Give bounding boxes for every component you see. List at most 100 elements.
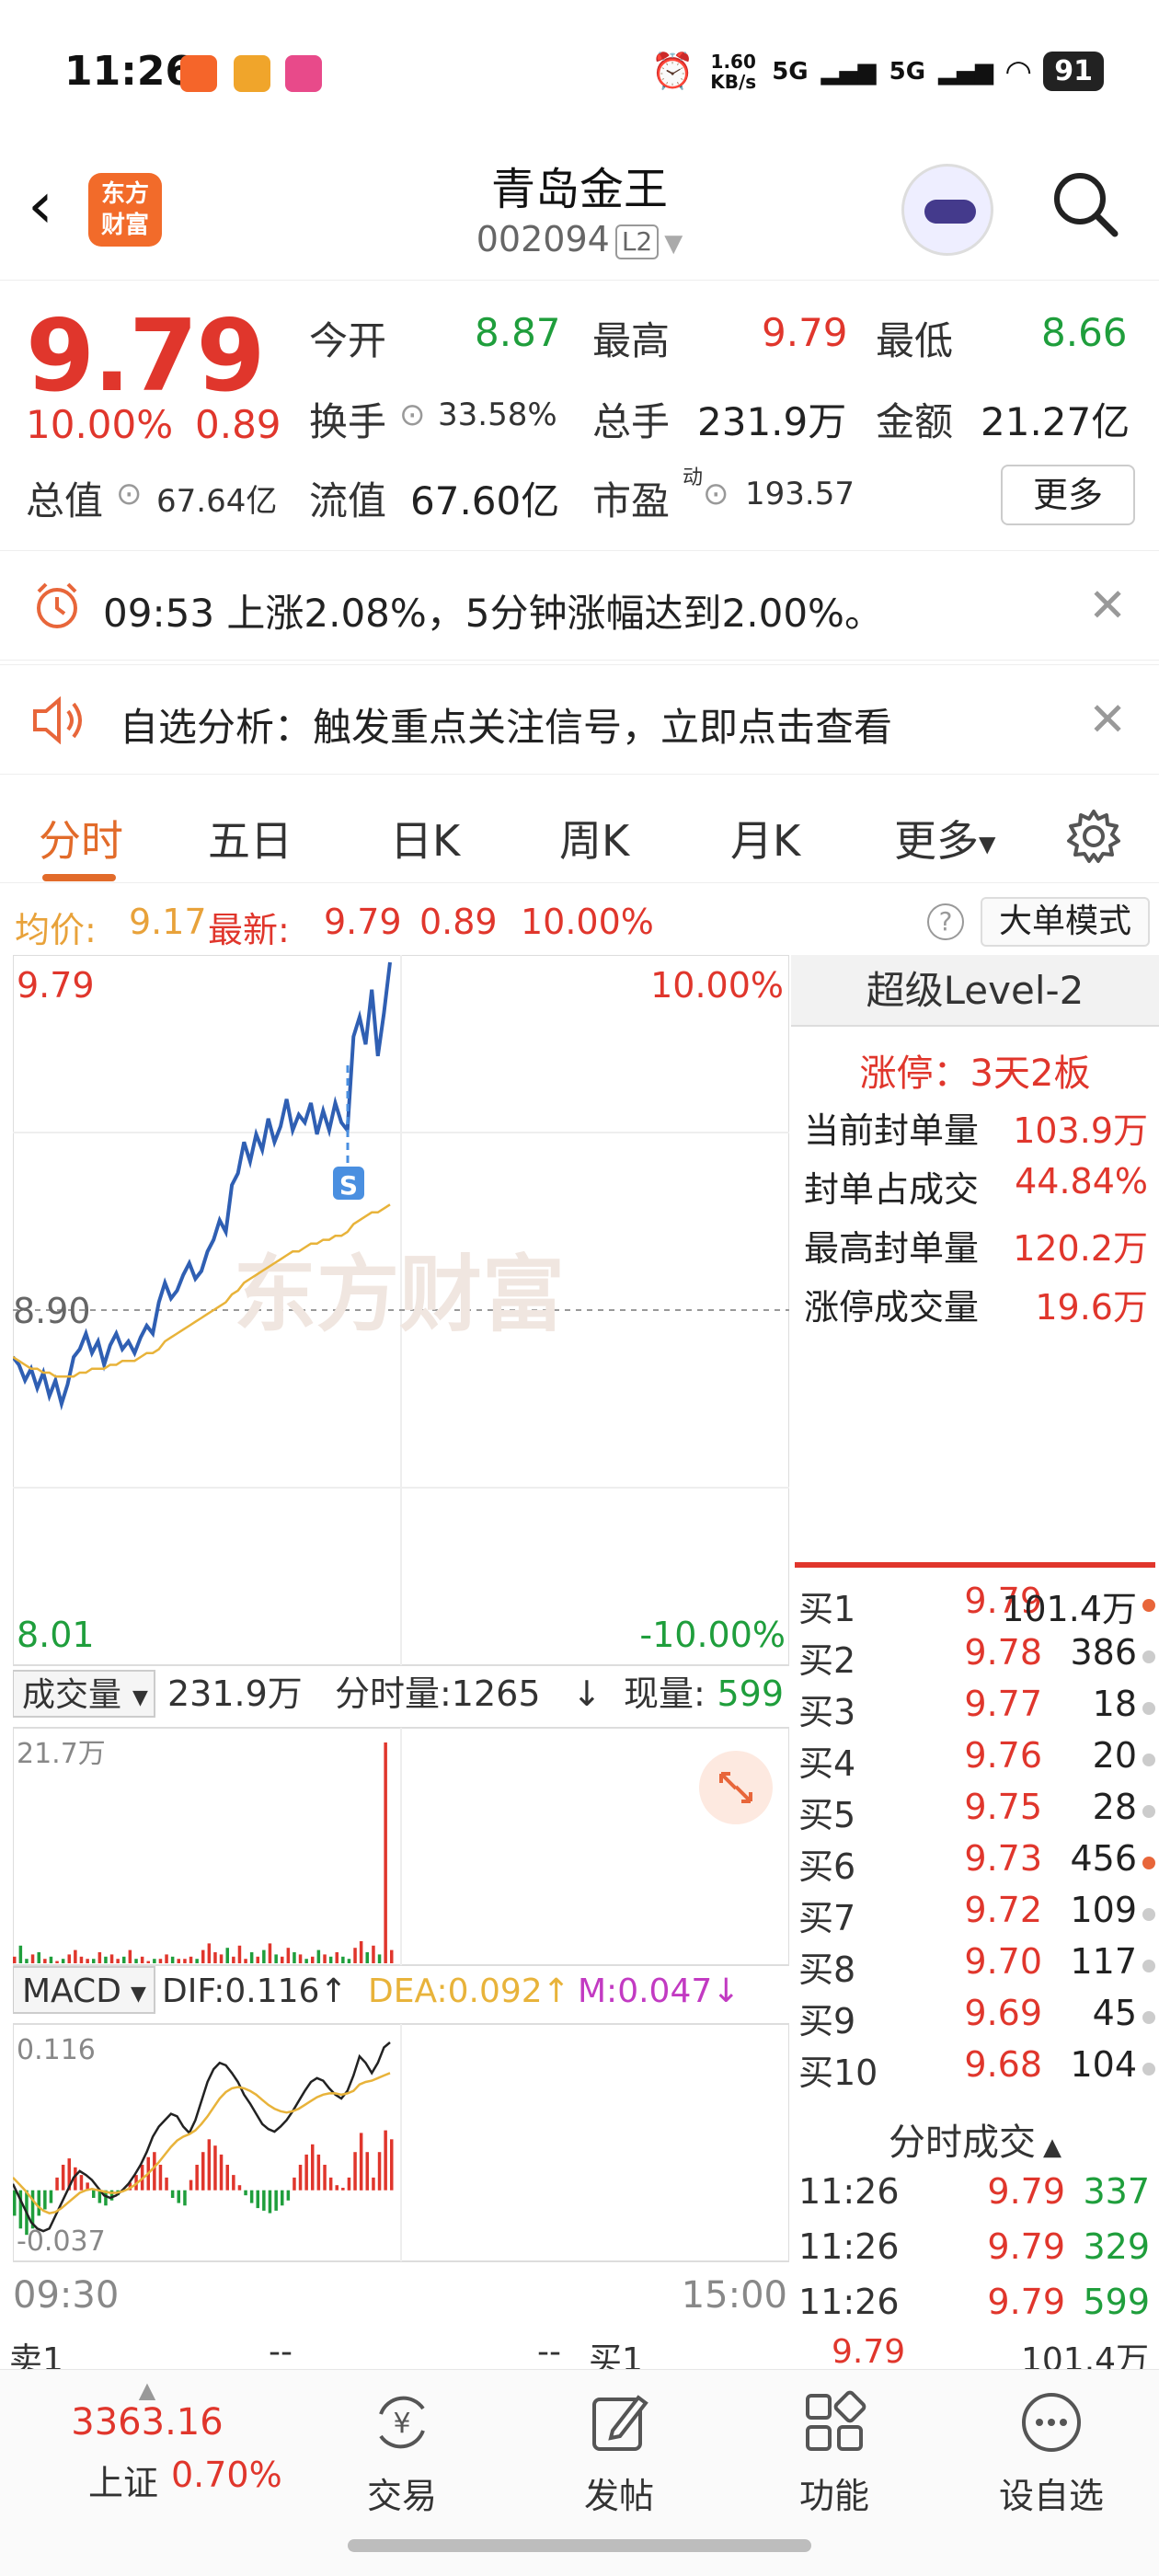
macd-bar [293, 2177, 296, 2191]
volume-bar [49, 1956, 53, 1963]
volume-bar [195, 1959, 199, 1963]
bid-row[interactable]: 买7 9.72 109 [798, 1890, 1159, 1941]
add-watchlist-button[interactable]: 设自选 [982, 2388, 1120, 2518]
functions-button[interactable]: 功能 [765, 2388, 903, 2518]
macd-top-label: 0.116 [17, 2034, 96, 2066]
intraday-chart-area[interactable]: 东方财富 9.79 10.00% 8.90 8.01 -10.00% S 成交量… [11, 954, 790, 2326]
macd-bar [335, 2185, 339, 2191]
latest-change: 0.89 [419, 902, 498, 942]
macd-bar [79, 2175, 84, 2191]
dropdown-triangle-icon: ▼ [979, 831, 996, 857]
info-icon[interactable]: ⊙ [703, 476, 729, 512]
alarm-icon: ⏰ [650, 51, 695, 91]
bid-row[interactable]: 买1 9.79 101.4万 [798, 1581, 1159, 1632]
volume-bar [104, 1956, 108, 1963]
macd-bar [262, 2190, 266, 2211]
status-icons: ⏰ 1.60 KB/s 5G ▂▄▆ 5G ▂▄▆ ◠ 91 [651, 51, 1104, 92]
volume-bar [372, 1945, 375, 1963]
tick-qty: 329 [1083, 2226, 1150, 2267]
macd-bar [281, 2190, 284, 2206]
app-notification-icon [285, 55, 322, 92]
signal-5g-2: 5G [889, 57, 926, 86]
tab-weekly-k[interactable]: 周K [559, 808, 629, 868]
volume-bar [67, 1954, 71, 1963]
pe-value: 193.57 [745, 476, 855, 512]
big-order-mode-button[interactable]: 大单模式 [981, 897, 1150, 947]
post-button[interactable]: 发帖 [550, 2388, 688, 2518]
bid-level: 买4 [798, 1743, 856, 1784]
volume-bar [109, 1954, 114, 1963]
volume-bar [134, 1959, 138, 1963]
macd-bar [232, 2175, 235, 2191]
open-label: 今开 [309, 318, 387, 363]
volume-bar [249, 1952, 254, 1963]
macd-bar [286, 2190, 291, 2201]
period-tabs: 分时 五日 日K 周K 月K 更多▼ [0, 791, 1159, 883]
weibo-app-icon [234, 55, 270, 92]
tick-time: 11:26 [798, 2171, 900, 2212]
bid-dot-icon [1142, 1960, 1155, 1972]
tab-daily-k[interactable]: 日K [390, 808, 460, 868]
tick-volume: 分时量:1265 [335, 1673, 541, 1714]
bid-row[interactable]: 买6 9.73 456 [798, 1838, 1159, 1890]
volume-bar [37, 1952, 40, 1963]
home-indicator[interactable] [348, 2539, 811, 2552]
level2-row: 当前封单量 103.9万 [804, 1102, 1153, 1153]
macd-bar [237, 2185, 242, 2191]
index-pct[interactable]: 0.70% [171, 2455, 282, 2495]
more-quote-button[interactable]: 更多 [1001, 465, 1135, 525]
price-alert-bar[interactable]: 09:53 上涨2.08%，5分钟涨幅达到2.00%。 ✕ [0, 550, 1159, 661]
bid-row[interactable]: 买10 9.68 104 [798, 2044, 1159, 2096]
macd-plot [11, 2041, 394, 2236]
bid-row[interactable]: 买5 9.75 28 [798, 1787, 1159, 1838]
macd-bar [244, 2190, 247, 2196]
volume-bar [286, 1948, 291, 1963]
search-icon[interactable] [1049, 167, 1120, 239]
bid-level: 买1 [798, 1589, 856, 1629]
x-label-start: 09:30 [13, 2274, 119, 2317]
settings-gear-icon[interactable] [1063, 806, 1124, 867]
turnover-label: 换手 [309, 399, 387, 444]
add-watchlist-label: 设自选 [998, 2476, 1104, 2516]
assistant-robot-avatar[interactable] [901, 164, 993, 256]
bid-row[interactable]: 买9 9.69 45 [798, 1993, 1159, 2044]
volume-bar [365, 1952, 369, 1963]
volume-bar [74, 1949, 77, 1963]
trade-button[interactable]: ¥ 交易 [333, 2388, 471, 2518]
close-icon[interactable]: ✕ [1088, 579, 1127, 632]
buy1-label: 买1 [589, 2341, 643, 2372]
macd-bar [225, 2165, 229, 2191]
info-icon[interactable]: ⊙ [399, 397, 426, 433]
volume-bar [122, 1956, 126, 1963]
volume-bar [377, 1954, 382, 1963]
volume-value: 231.9万 [697, 399, 847, 444]
volume-header: 成交量 ▼ 231.9万 分时量:1265 ↓ 现量: 599 [12, 1670, 784, 1718]
close-icon[interactable]: ✕ [1088, 693, 1127, 746]
level2-title[interactable]: 超级Level-2 [791, 955, 1159, 1027]
tab-monthly-k[interactable]: 月K [730, 808, 800, 868]
bid-price: 9.72 [964, 1890, 1042, 1930]
index-value[interactable]: 3363.16 [46, 2401, 248, 2444]
tab-intraday[interactable]: 分时 [39, 808, 123, 868]
help-icon[interactable]: ? [927, 903, 964, 940]
alert-text: 09:53 上涨2.08%，5分钟涨幅达到2.00%。 [103, 591, 883, 636]
analysis-alert-bar[interactable]: 自选分析：触发重点关注信号，立即点击查看 ✕ [0, 664, 1159, 775]
tab-five-day[interactable]: 五日 [208, 808, 293, 868]
ticks-title[interactable]: 分时成交 ▲ [791, 2112, 1159, 2166]
row-value: 120.2万 [1013, 1228, 1148, 1269]
bid-qty: 45 [1092, 1993, 1137, 2033]
mktcap-label: 总值 [26, 478, 104, 523]
bid-dot-icon [1142, 1599, 1155, 1612]
index-name[interactable]: 上证 [88, 2455, 158, 2505]
bid-row[interactable]: 买2 9.78 386 [798, 1632, 1159, 1684]
bid-row[interactable]: 买4 9.76 20 [798, 1735, 1159, 1787]
intraday-chart[interactable]: 东方财富 9.79 10.00% 8.90 8.01 -10.00% S 成交量… [11, 954, 790, 2326]
macd-dea-line [12, 2072, 391, 2215]
speaker-icon [33, 696, 82, 744]
bid-qty: 117 [1070, 1941, 1137, 1982]
bid-qty: 18 [1092, 1684, 1137, 1724]
bid-row[interactable]: 买3 9.77 18 [798, 1684, 1159, 1735]
bid-row[interactable]: 买8 9.70 117 [798, 1941, 1159, 1993]
tab-more[interactable]: 更多▼ [894, 808, 995, 868]
info-icon[interactable]: ⊙ [116, 476, 143, 512]
